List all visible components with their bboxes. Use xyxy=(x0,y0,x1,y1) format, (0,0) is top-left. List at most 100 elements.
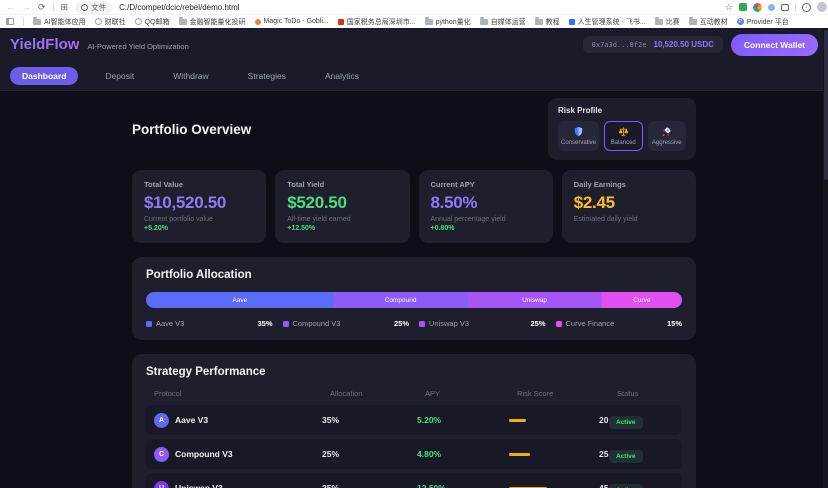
file-protocol-chip[interactable]: 文件 xyxy=(75,1,112,14)
legend-percent: 25% xyxy=(394,319,409,328)
bookmarks-panel-icon[interactable] xyxy=(6,18,14,25)
bookmark-item[interactable]: Magic ToDo - Gobli... xyxy=(255,18,329,25)
brand: YieldFlow AI-Powered Yield Optimization xyxy=(10,36,189,53)
stat-subtitle: Annual percentage yield xyxy=(431,216,541,223)
risk-number: 45 xyxy=(599,483,608,488)
connect-wallet-button[interactable]: Connect Wallet xyxy=(731,34,818,56)
allocation-bar: Aave Compound Uniswap Curve xyxy=(146,292,682,308)
protocol-name: Uniswap V3 xyxy=(175,483,223,488)
protocol-avatar: U xyxy=(154,481,169,488)
folder-icon xyxy=(689,19,697,25)
allocation-segment-curve[interactable]: Curve xyxy=(602,292,682,308)
extension-blue-icon[interactable] xyxy=(768,4,775,11)
risk-option-label: Aggressive xyxy=(652,140,682,146)
allocation-segment-uniswap[interactable]: Uniswap xyxy=(468,292,602,308)
divider xyxy=(795,3,796,12)
stat-value: 8.50% xyxy=(431,193,541,213)
app-logo: YieldFlow xyxy=(10,36,79,53)
tab-strategies[interactable]: Strategies xyxy=(236,67,298,85)
col-apy: APY xyxy=(425,389,517,398)
table-row[interactable]: C Compound V3 25% 4.80% 25 Active xyxy=(146,439,682,469)
bookmark-item[interactable]: QQ邮箱 xyxy=(135,17,170,27)
stat-label: Current APY xyxy=(431,180,541,189)
bookmark-item[interactable]: 教程 xyxy=(535,17,560,27)
favicon-dot-icon xyxy=(255,19,261,25)
extension-green-icon[interactable] xyxy=(739,3,747,11)
table-row[interactable]: A Aave V3 35% 5.20% 20 Active xyxy=(146,405,682,435)
stat-change: +0.80% xyxy=(431,225,541,232)
bookmark-label: 财联社 xyxy=(105,17,126,27)
legend-swatch xyxy=(419,321,425,327)
table-row[interactable]: U Uniswap V3 25% 12.50% 45 Active xyxy=(146,473,682,488)
bookmark-item[interactable]: 自媒体运营 xyxy=(480,17,526,27)
stat-value: $520.50 xyxy=(287,193,397,213)
bookmark-item[interactable]: 比赛 xyxy=(655,17,680,27)
legend-item-aave: Aave V3 35% xyxy=(146,319,283,328)
allocation-title: Portfolio Allocation xyxy=(146,269,682,281)
bookmark-item[interactable]: 互动教材 xyxy=(689,17,728,27)
profile-avatar[interactable] xyxy=(817,2,827,12)
bookmark-label: AI智能体应用 xyxy=(44,17,86,27)
bookmark-star-icon[interactable]: ☆ xyxy=(725,3,733,12)
address-bar-row: ← → ⟳ ⊞ 文件 C:/D/compet/dcic/rebel/demo.h… xyxy=(0,0,828,15)
risk-option-label: Balanced xyxy=(611,140,636,146)
main-nav: Dashboard Deposit Withdraw Strategies An… xyxy=(10,61,818,90)
tab-dashboard[interactable]: Dashboard xyxy=(10,67,78,85)
forward-icon[interactable]: → xyxy=(22,3,31,12)
legend-swatch xyxy=(283,321,289,327)
folder-icon xyxy=(33,19,41,25)
download-icon[interactable]: ↓ xyxy=(802,3,811,12)
risk-option-aggressive[interactable]: Aggressive xyxy=(648,121,687,151)
portfolio-allocation-card: Portfolio Allocation Aave Compound Unisw… xyxy=(132,257,696,340)
col-status: Status xyxy=(617,389,674,398)
bookmarks-bar: AI智能体应用 财联社 QQ邮箱 金融智能量化投研 Magic ToDo - G… xyxy=(0,15,828,28)
tab-groups-icon[interactable]: ⊞ xyxy=(61,3,69,12)
risk-option-balanced[interactable]: Balanced xyxy=(604,121,643,151)
stat-card-total-yield: Total Yield $520.50 All-time yield earne… xyxy=(275,170,409,243)
tab-withdraw[interactable]: Withdraw xyxy=(161,67,220,85)
table-header: Protocol Allocation APY Risk Score Statu… xyxy=(146,378,682,405)
risk-bar xyxy=(509,419,526,422)
legend-name: Compound V3 xyxy=(293,319,341,328)
legend-name: Aave V3 xyxy=(156,319,184,328)
back-icon[interactable]: ← xyxy=(6,3,15,12)
url-text[interactable]: C:/D/compet/dcic/rebel/demo.html xyxy=(119,3,718,12)
bookmark-item[interactable]: 金融智能量化投研 xyxy=(179,17,246,27)
bookmark-item[interactable]: PProvider 平台 xyxy=(737,17,789,27)
risk-option-label: Conservative xyxy=(561,140,596,146)
legend-swatch xyxy=(556,321,562,327)
favicon-icon xyxy=(338,19,344,25)
legend-percent: 15% xyxy=(667,319,682,328)
folder-icon xyxy=(425,19,433,25)
allocation-segment-compound[interactable]: Compound xyxy=(334,292,468,308)
bookmark-label: 自媒体运营 xyxy=(491,17,526,27)
status-badge: Active xyxy=(609,450,643,463)
bookmark-label: python量化 xyxy=(436,17,471,27)
bookmark-item[interactable]: python量化 xyxy=(425,17,471,27)
tab-analytics[interactable]: Analytics xyxy=(313,67,371,85)
allocation-segment-aave[interactable]: Aave xyxy=(146,292,334,308)
folder-icon xyxy=(655,19,663,25)
tab-deposit[interactable]: Deposit xyxy=(93,67,146,85)
bookmark-item[interactable]: 人生管理系统 - 飞书... xyxy=(569,17,646,27)
globe-icon xyxy=(135,18,142,25)
divider xyxy=(53,3,54,12)
extension-color-icon[interactable] xyxy=(753,3,762,12)
scrollbar[interactable] xyxy=(823,28,828,488)
allocation-value: 25% xyxy=(322,449,417,459)
reload-icon[interactable]: ⟳ xyxy=(38,3,46,12)
chat-bubble-icon[interactable] xyxy=(781,4,789,11)
allocation-value: 25% xyxy=(322,483,417,488)
bookmark-label: QQ邮箱 xyxy=(145,17,170,27)
risk-option-conservative[interactable]: Conservative xyxy=(558,121,599,151)
bookmark-label: 教程 xyxy=(546,17,560,27)
bookmark-item[interactable]: 财联社 xyxy=(95,17,126,27)
col-allocation: Allocation xyxy=(330,389,425,398)
status-badge: Active xyxy=(609,484,643,488)
scrollbar-thumb[interactable] xyxy=(824,30,828,180)
bookmark-item[interactable]: 国家税务总局深圳市... xyxy=(338,17,416,27)
wallet-pill[interactable]: 0x7a3d...8f2e 10,520.50 USDC xyxy=(583,36,723,53)
bookmark-label: 金融智能量化投研 xyxy=(190,17,246,27)
folder-icon xyxy=(179,19,187,25)
bookmark-item[interactable]: AI智能体应用 xyxy=(33,17,86,27)
